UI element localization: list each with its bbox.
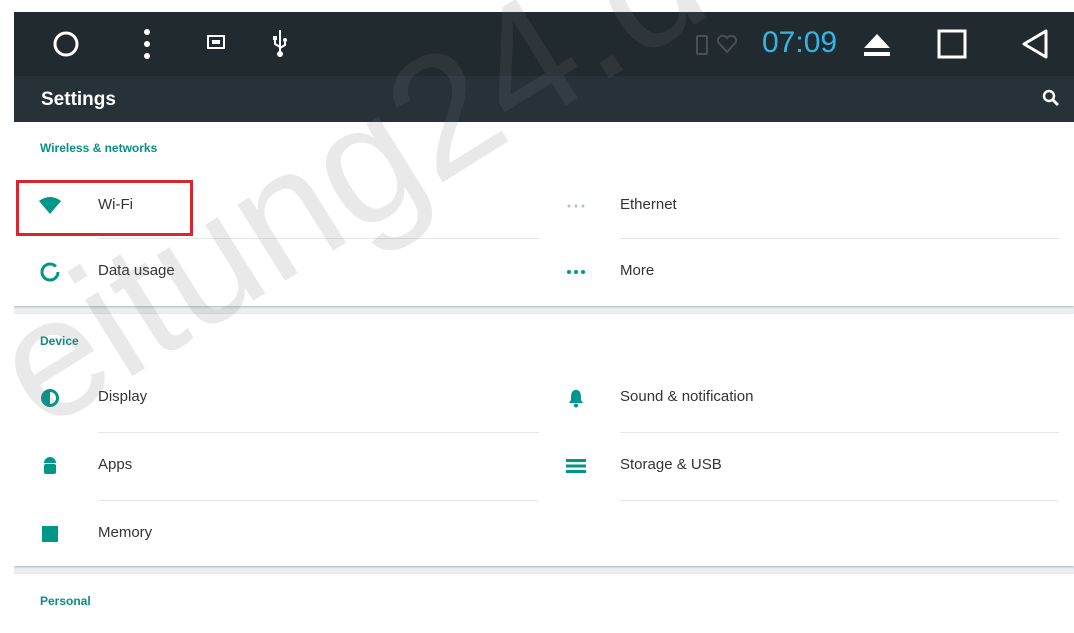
ethernet-item[interactable]: Ethernet xyxy=(554,174,1059,238)
divider xyxy=(620,432,1059,433)
data-usage-icon xyxy=(38,260,62,284)
usb-icon xyxy=(272,28,288,63)
divider xyxy=(620,238,1059,239)
ethernet-label: Ethernet xyxy=(620,196,677,213)
section-title-wireless: Wireless & networks xyxy=(40,141,158,155)
personal-card: Personal xyxy=(14,574,1074,633)
section-title-device: Device xyxy=(40,334,79,348)
apps-item[interactable]: Apps xyxy=(14,434,539,498)
memory-label: Memory xyxy=(98,524,153,541)
section-title-personal: Personal xyxy=(40,594,91,608)
sound-item[interactable]: Sound & notification xyxy=(554,366,1059,430)
storage-label: Storage & USB xyxy=(620,456,722,473)
more-dots-icon xyxy=(564,260,588,284)
search-icon[interactable] xyxy=(1042,89,1060,112)
square-recents-icon[interactable] xyxy=(936,28,968,65)
wifi-highlight-box xyxy=(16,180,193,236)
more-item[interactable]: More xyxy=(554,240,1059,304)
triangle-back-icon[interactable] xyxy=(1020,28,1050,65)
overflow-menu-icon[interactable] xyxy=(142,28,152,65)
data-usage-item[interactable]: Data usage xyxy=(14,240,539,304)
sound-label: Sound & notification xyxy=(620,388,754,405)
heart-icon xyxy=(716,34,738,59)
divider xyxy=(98,500,539,501)
bell-icon xyxy=(564,386,588,410)
memory-icon xyxy=(38,522,62,546)
display-label: Display xyxy=(98,388,148,405)
divider xyxy=(620,500,1059,501)
page-title: Settings xyxy=(41,89,116,110)
storage-icon xyxy=(564,454,588,478)
device-card: Device Display Sound & notification Apps xyxy=(14,314,1074,566)
memory-item[interactable]: Memory xyxy=(14,502,539,566)
battery-icon xyxy=(695,34,709,61)
ethernet-icon xyxy=(564,194,588,218)
brightness-icon xyxy=(38,386,62,410)
storage-item[interactable]: Storage & USB xyxy=(554,434,1059,498)
image-icon xyxy=(207,34,225,55)
circle-home-icon[interactable] xyxy=(52,30,80,63)
more-label: More xyxy=(620,262,655,279)
divider xyxy=(98,432,539,433)
divider xyxy=(98,238,539,239)
apps-label: Apps xyxy=(98,456,133,473)
clock: 07:09 xyxy=(762,26,838,59)
app-bar: Settings xyxy=(14,76,1074,122)
display-item[interactable]: Display xyxy=(14,366,539,430)
android-icon xyxy=(38,454,62,478)
eject-icon[interactable] xyxy=(862,32,892,63)
data-usage-label: Data usage xyxy=(98,262,175,279)
status-bar: 07:09 xyxy=(14,12,1074,76)
android-screen: 07:09 Settings Wireless & networks Wi-Fi xyxy=(14,12,1074,633)
